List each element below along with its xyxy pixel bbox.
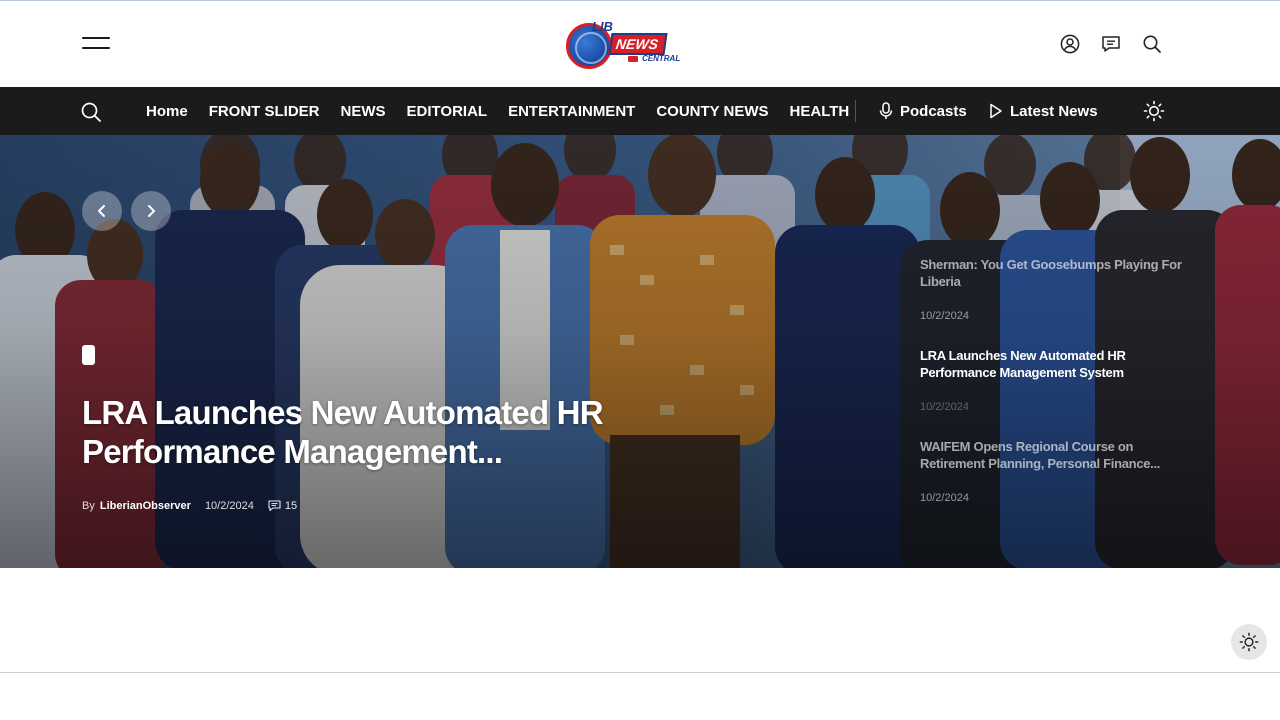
nav-search-icon[interactable] bbox=[80, 101, 102, 123]
post-date: 10/2/2024 bbox=[204, 500, 254, 512]
header-actions bbox=[1058, 32, 1164, 56]
side-article-title: WAIFEM Opens Regional Course on Retireme… bbox=[920, 439, 1161, 471]
nav-item-podcasts[interactable]: Podcasts bbox=[879, 87, 967, 135]
chevron-right-icon bbox=[148, 205, 155, 217]
side-article-date: 10/2/2024 bbox=[920, 310, 969, 322]
main-navigation: Home FRONT SLIDER NEWS EDITORIAL ENTERTA… bbox=[0, 87, 1280, 135]
logo-central-text: CENTRAL bbox=[642, 54, 681, 63]
featured-meta: By LiberianObserver 10/2/2024 15 bbox=[82, 498, 297, 514]
nav-item-health[interactable]: HEALTH bbox=[790, 103, 850, 120]
microphone-icon bbox=[879, 102, 893, 119]
site-logo[interactable]: LIB NEWS CENTRAL bbox=[566, 19, 681, 69]
side-article-2[interactable]: LRA Launches New Automated HR Performanc… bbox=[920, 347, 1190, 413]
slider-prev-button[interactable] bbox=[82, 191, 122, 231]
podcasts-label: Podcasts bbox=[900, 102, 967, 120]
byline-prefix: By bbox=[82, 500, 95, 512]
slider-side-list: Sherman: You Get Goosebumps Playing For … bbox=[920, 135, 1220, 568]
featured-slider[interactable]: LRA Launches New Automated HR Performanc… bbox=[0, 135, 1280, 568]
chevron-left-icon bbox=[98, 205, 105, 217]
nav-menu: Home FRONT SLIDER NEWS EDITORIAL ENTERTA… bbox=[146, 87, 870, 135]
nav-item-news[interactable]: NEWS bbox=[341, 103, 386, 120]
nav-item-front-slider[interactable]: FRONT SLIDER bbox=[209, 103, 320, 120]
comments-count[interactable]: 15 bbox=[268, 500, 297, 512]
comment-icon[interactable] bbox=[1099, 32, 1123, 56]
nav-item-latest-news[interactable]: Latest News bbox=[989, 87, 1098, 135]
slider-next-button[interactable] bbox=[131, 191, 171, 231]
author-link[interactable]: LiberianObserver bbox=[100, 500, 191, 512]
play-icon bbox=[990, 103, 1002, 119]
floating-theme-toggle[interactable] bbox=[1231, 624, 1267, 660]
user-icon[interactable] bbox=[1058, 32, 1082, 56]
nav-item-editorial[interactable]: EDITORIAL bbox=[407, 103, 488, 120]
side-article-date: 10/2/2024 bbox=[920, 401, 969, 413]
comments-number: 15 bbox=[284, 500, 298, 512]
side-article-title: LRA Launches New Automated HR Performanc… bbox=[920, 348, 1126, 380]
latest-news-label: Latest News bbox=[1010, 102, 1098, 120]
side-article-3[interactable]: WAIFEM Opens Regional Course on Retireme… bbox=[920, 438, 1190, 504]
nav-item-home[interactable]: Home bbox=[146, 103, 188, 120]
side-article-1[interactable]: Sherman: You Get Goosebumps Playing For … bbox=[920, 256, 1190, 322]
sun-icon bbox=[1239, 632, 1259, 652]
side-article-title: Sherman: You Get Goosebumps Playing For … bbox=[920, 257, 1182, 289]
comment-icon bbox=[268, 500, 281, 512]
logo-lib-text: LIB bbox=[592, 19, 613, 34]
nav-divider bbox=[855, 100, 856, 122]
theme-toggle-sun-icon[interactable] bbox=[1143, 100, 1165, 122]
nav-item-county-news[interactable]: COUNTY NEWS bbox=[656, 103, 768, 120]
nav-item-entertainment[interactable]: ENTERTAINMENT bbox=[508, 103, 635, 120]
camera-icon bbox=[628, 56, 638, 62]
section-divider bbox=[0, 672, 1280, 673]
site-header: LIB NEWS CENTRAL bbox=[0, 1, 1280, 87]
category-badge[interactable] bbox=[82, 345, 95, 365]
side-article-date: 10/2/2024 bbox=[920, 492, 969, 504]
search-icon[interactable] bbox=[1140, 32, 1164, 56]
hamburger-menu-icon[interactable] bbox=[82, 37, 110, 51]
logo-news-text: NEWS bbox=[608, 33, 668, 55]
featured-title[interactable]: LRA Launches New Automated HR Performanc… bbox=[82, 393, 622, 471]
